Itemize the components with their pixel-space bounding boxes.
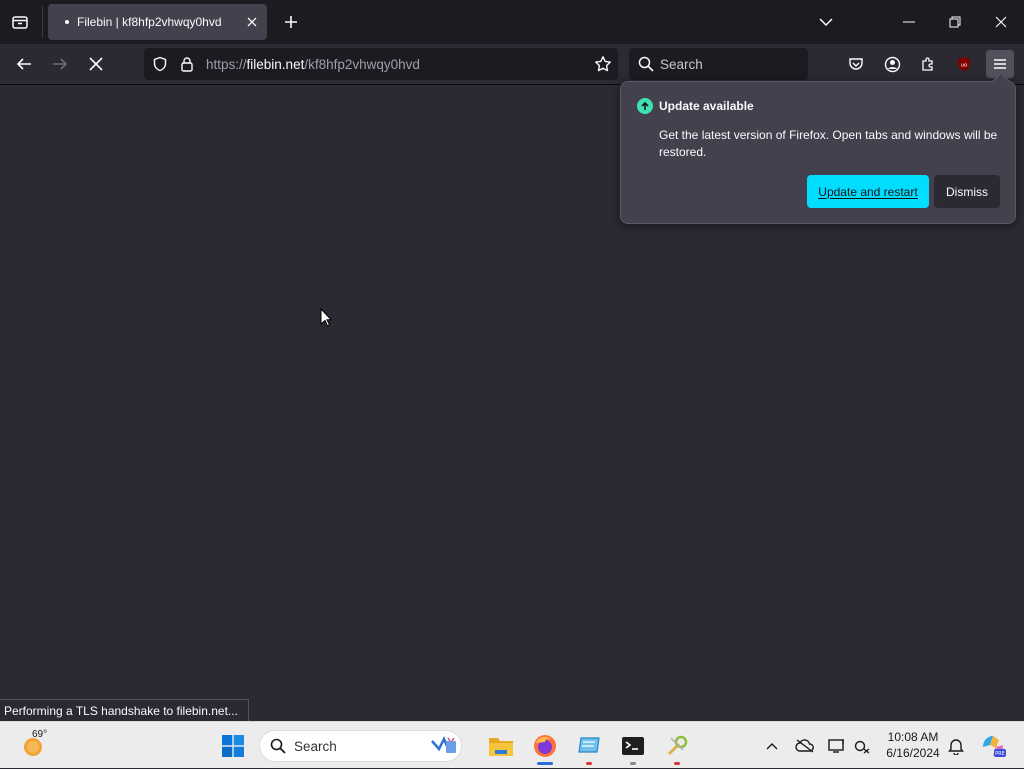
windows-taskbar: 69° Search 10:08 AM 6/16/2024 PRE bbox=[0, 721, 1024, 768]
restore-button[interactable] bbox=[932, 0, 978, 44]
taskbar-file-explorer[interactable] bbox=[485, 722, 517, 769]
terminal-indicator bbox=[630, 762, 636, 765]
update-arrow-icon bbox=[637, 98, 653, 114]
tab-loading-dot-icon bbox=[65, 20, 69, 24]
bookmark-star-button[interactable] bbox=[594, 55, 612, 78]
windows-logo-icon bbox=[222, 734, 244, 757]
tab-title: Filebin | kf8hfp2vhwqy0hvd bbox=[77, 15, 222, 29]
tool-app-indicator bbox=[674, 762, 680, 765]
update-heading: Update available bbox=[659, 99, 754, 113]
chevron-down-icon bbox=[819, 18, 833, 27]
clock-time: 10:08 AM bbox=[887, 730, 939, 744]
mouse-cursor-icon bbox=[320, 307, 333, 333]
hamburger-menu-icon bbox=[994, 59, 1006, 69]
tab-list-icon bbox=[12, 16, 28, 29]
firefox-active-indicator bbox=[537, 762, 553, 765]
shield-icon bbox=[153, 56, 167, 72]
close-icon bbox=[995, 16, 1007, 28]
close-window-button[interactable] bbox=[978, 0, 1024, 44]
plus-icon bbox=[285, 16, 297, 28]
taskbar-search-box[interactable]: Search bbox=[259, 730, 462, 762]
update-and-restart-button[interactable]: Update and restart bbox=[807, 175, 929, 208]
url-text[interactable]: https://filebin.net/kf8hfp2vhwqy0hvd bbox=[206, 57, 420, 72]
navigation-toolbar: https://filebin.net/kf8hfp2vhwqy0hvd Sea… bbox=[0, 44, 1024, 85]
display-button[interactable] bbox=[825, 722, 849, 769]
cloud-offline-icon bbox=[795, 738, 814, 753]
account-icon bbox=[884, 56, 900, 72]
ublock-shield-icon: uo bbox=[958, 57, 970, 71]
arrow-right-icon bbox=[53, 58, 68, 70]
search-placeholder: Search bbox=[660, 57, 703, 72]
onedrive-button[interactable] bbox=[793, 722, 817, 769]
notifications-button[interactable] bbox=[944, 722, 968, 769]
status-panel: Performing a TLS handshake to filebin.ne… bbox=[0, 699, 249, 721]
taskbar-clock[interactable]: 10:08 AM 6/16/2024 bbox=[880, 729, 946, 761]
update-available-panel: Update available Get the latest version … bbox=[620, 72, 1016, 224]
bell-icon bbox=[948, 738, 964, 755]
svg-text:uo: uo bbox=[961, 63, 968, 69]
tracking-protection-button[interactable] bbox=[152, 56, 168, 77]
site-info-button[interactable] bbox=[179, 56, 195, 77]
list-all-tabs-button[interactable] bbox=[8, 10, 32, 34]
tab-close-button[interactable] bbox=[243, 13, 261, 31]
minimize-button[interactable] bbox=[886, 0, 932, 44]
puzzle-icon bbox=[922, 57, 933, 71]
extensions-button[interactable] bbox=[914, 50, 942, 78]
terminal-icon bbox=[622, 736, 644, 755]
remote-desktop-icon bbox=[578, 736, 600, 753]
show-hidden-icons-button[interactable] bbox=[761, 722, 783, 769]
url-host: filebin.net bbox=[246, 57, 305, 72]
search-icon bbox=[270, 738, 286, 754]
stop-icon bbox=[89, 57, 103, 71]
tool-app-icon bbox=[667, 735, 688, 755]
chevron-up-icon bbox=[766, 742, 778, 749]
network-button[interactable] bbox=[851, 722, 875, 769]
tab-overflow-button[interactable] bbox=[803, 0, 849, 44]
search-highlight-icon bbox=[431, 735, 456, 753]
pocket-button[interactable] bbox=[842, 50, 870, 78]
restore-icon bbox=[949, 16, 961, 28]
monitor-icon bbox=[828, 738, 844, 753]
search-bar[interactable]: Search bbox=[629, 48, 808, 80]
firefox-icon bbox=[534, 734, 556, 757]
start-button[interactable] bbox=[218, 722, 248, 769]
network-status-icon bbox=[854, 740, 870, 754]
taskbar-search-placeholder: Search bbox=[294, 739, 337, 754]
tab-separator bbox=[42, 6, 43, 38]
remote-desktop-indicator bbox=[586, 762, 592, 765]
ublock-origin-button[interactable]: uo bbox=[950, 50, 978, 78]
forward-button[interactable] bbox=[46, 50, 74, 78]
url-scheme: https:// bbox=[206, 57, 247, 72]
url-bar[interactable]: https://filebin.net/kf8hfp2vhwqy0hvd bbox=[144, 48, 618, 80]
folder-icon bbox=[489, 737, 513, 756]
tab-filebin[interactable]: Filebin | kf8hfp2vhwqy0hvd bbox=[48, 4, 267, 40]
weather-temperature: 69° bbox=[32, 729, 48, 740]
lock-icon bbox=[181, 57, 193, 72]
back-button[interactable] bbox=[10, 50, 38, 78]
new-tab-button[interactable] bbox=[279, 10, 303, 34]
account-button[interactable] bbox=[878, 50, 906, 78]
search-icon bbox=[638, 56, 654, 72]
svg-text:PRE: PRE bbox=[995, 751, 1005, 757]
url-path: /kf8hfp2vhwqy0hvd bbox=[304, 57, 420, 72]
stop-button[interactable] bbox=[82, 50, 110, 78]
copilot-icon: PRE bbox=[983, 735, 1006, 757]
minimize-icon bbox=[903, 21, 915, 23]
update-message: Get the latest version of Firefox. Open … bbox=[659, 128, 998, 159]
star-icon bbox=[595, 56, 611, 72]
clock-date: 6/16/2024 bbox=[886, 746, 940, 760]
arrow-left-icon bbox=[16, 58, 31, 70]
tab-strip: Filebin | kf8hfp2vhwqy0hvd bbox=[0, 0, 1024, 44]
pocket-icon bbox=[849, 58, 863, 70]
close-icon bbox=[247, 17, 257, 27]
copilot-button[interactable]: PRE bbox=[976, 722, 1010, 769]
dismiss-button[interactable]: Dismiss bbox=[934, 175, 1000, 208]
